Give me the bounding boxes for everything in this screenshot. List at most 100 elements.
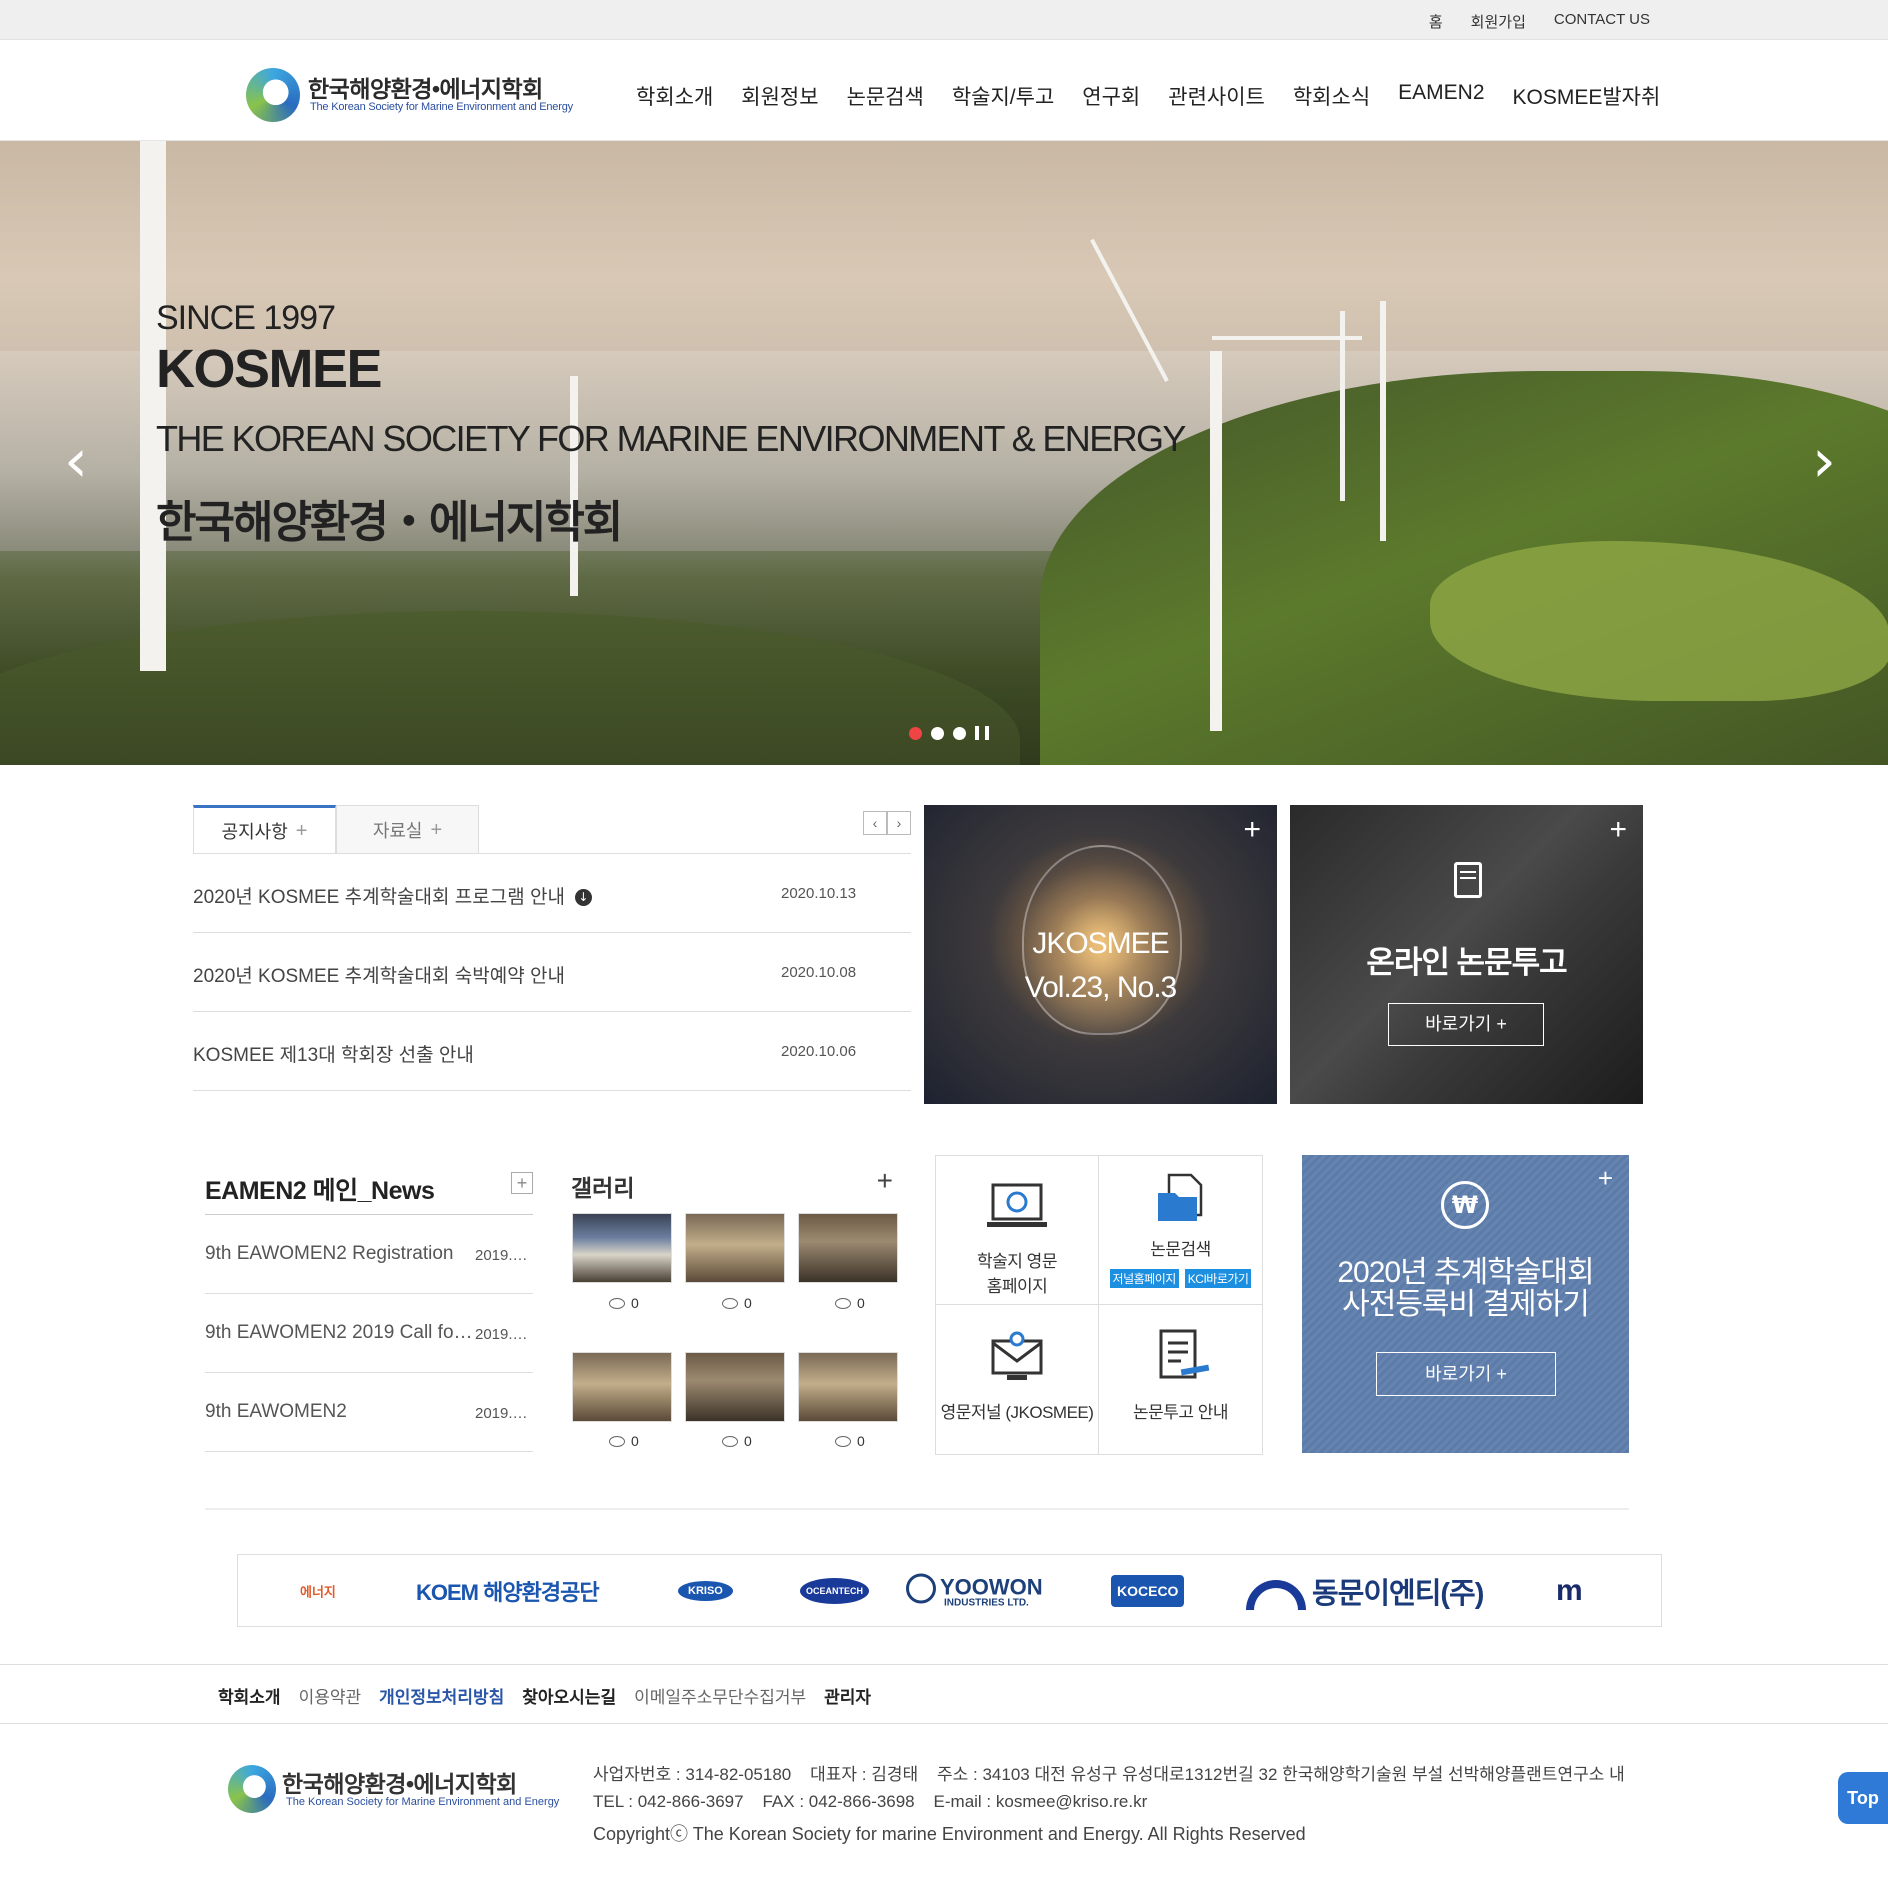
chevron-left-icon[interactable]: ‹: [863, 811, 887, 835]
quick-paper-search[interactable]: 논문검색 저널홈페이지 KCI바로가기: [1099, 1156, 1262, 1305]
quick-english-journal-label: 영문저널 (JKOSMEE): [940, 1403, 1094, 1422]
plus-icon[interactable]: +: [296, 820, 308, 843]
partner-logos: 에너지 KOEM 해양환경공단 KRISO OCEANTECH YOOWON IN…: [237, 1554, 1662, 1627]
society-emblem-icon: [228, 1765, 276, 1813]
partner-dongmun-logo[interactable]: 동문이엔티(주): [1246, 1570, 1484, 1612]
nav-journal[interactable]: 학술지/투고: [938, 81, 1068, 111]
footer-directions-link[interactable]: 찾아오시는길: [522, 1683, 616, 1708]
plus-icon[interactable]: +: [511, 1172, 533, 1194]
news-date: 2019.…: [475, 1326, 528, 1343]
pause-icon[interactable]: [975, 726, 989, 740]
footer-no-email-collection-link[interactable]: 이메일주소무단수집거부: [634, 1683, 806, 1708]
registration-title-line1: 2020년 추계학술대회: [1337, 1256, 1594, 1289]
chevron-right-icon[interactable]: ›: [887, 811, 911, 835]
footer-privacy-link[interactable]: 개인정보처리방침: [379, 1683, 504, 1708]
news-title: 9th EAWOMEN2 Registration: [205, 1243, 454, 1264]
comment-icon: [609, 1297, 625, 1309]
partner-oceantech-logo[interactable]: OCEANTECH: [800, 1577, 870, 1604]
notice-title: KOSMEE 제13대 학회장 선출 안내: [193, 1045, 474, 1066]
list-item[interactable]: 9th EAWOMEN2 Registration 2019.…: [205, 1215, 533, 1294]
nav-news[interactable]: 학회소식: [1279, 81, 1384, 111]
gallery-heading: 갤러리: [571, 1175, 635, 1201]
partner-m-logo[interactable]: m: [1556, 1574, 1583, 1608]
chevron-right-icon[interactable]: ›: [1804, 431, 1844, 491]
slide-dot-3[interactable]: [953, 726, 966, 740]
wind-turbine: [1210, 351, 1222, 731]
nav-membership[interactable]: 회원정보: [727, 81, 832, 111]
online-submission-go-button[interactable]: 바로가기 +: [1388, 1003, 1544, 1046]
slide-dot-1[interactable]: [909, 726, 922, 740]
hero-since: SINCE 1997: [156, 299, 336, 337]
notice-date: 2020.10.13: [781, 885, 857, 902]
hero-slider: SINCE 1997 KOSMEE THE KOREAN SOCIETY FOR…: [0, 141, 1888, 765]
comment-count: 0: [835, 1433, 865, 1449]
gallery-thumbnail[interactable]: [685, 1352, 785, 1422]
partner-energy-logo[interactable]: 에너지: [300, 1581, 336, 1600]
quick-journal-homepage-label: 학술지 영문 홈페이지: [977, 1252, 1057, 1296]
list-item[interactable]: KOSMEE 제13대 학회장 선출 안내 2020.10.06: [193, 1012, 911, 1091]
list-item[interactable]: 2020년 KOSMEE 추계학술대회 프로그램 안내 ↓ 2020.10.13: [193, 854, 911, 933]
scroll-top-button[interactable]: Top: [1838, 1772, 1888, 1824]
folder-icon: [1157, 1173, 1202, 1221]
plus-icon[interactable]: +: [1243, 813, 1261, 847]
download-icon[interactable]: ↓: [574, 889, 592, 907]
gallery-thumbnail[interactable]: [572, 1352, 672, 1422]
gallery-thumbnail[interactable]: [685, 1213, 785, 1283]
tab-notice[interactable]: 공지사항 +: [193, 805, 336, 854]
plus-icon[interactable]: +: [877, 1165, 893, 1197]
main-nav: 학회소개 회원정보 논문검색 학술지/투고 연구회 관련사이트 학회소식 EAM…: [622, 81, 1674, 111]
footer-terms-link[interactable]: 이용약관: [299, 1683, 362, 1708]
gallery-thumbnail[interactable]: [572, 1213, 672, 1283]
partner-koceco-logo[interactable]: KOCECO: [1111, 1574, 1185, 1607]
plus-icon[interactable]: +: [1598, 1163, 1613, 1194]
comment-count-value: 0: [744, 1433, 752, 1449]
partner-koem-logo[interactable]: KOEM 해양환경공단: [416, 1575, 600, 1607]
site-footer: 한국해양환경•에너지학회 The Korean Society for Mari…: [0, 1725, 1888, 1885]
jkosmee-banner[interactable]: + JKOSMEE Vol.23, No.3: [924, 805, 1277, 1104]
nav-about[interactable]: 학회소개: [622, 81, 727, 111]
comment-count: 0: [835, 1295, 865, 1311]
nav-paper-search[interactable]: 논문검색: [833, 81, 938, 111]
comment-count-value: 0: [631, 1295, 639, 1311]
site-logo[interactable]: 한국해양환경•에너지학회 The Korean Society for Mari…: [246, 68, 591, 122]
gallery-thumbnail[interactable]: [798, 1352, 898, 1422]
registration-go-button[interactable]: 바로가기 +: [1376, 1352, 1556, 1396]
nav-eamen2[interactable]: EAMEN2: [1384, 81, 1498, 111]
nav-research-group[interactable]: 연구회: [1068, 81, 1154, 111]
nav-history[interactable]: KOSMEE발자취: [1499, 81, 1675, 111]
tab-archive-label: 자료실: [372, 821, 423, 841]
online-submission-banner[interactable]: + 온라인 논문투고 바로가기 +: [1290, 805, 1643, 1104]
registration-banner[interactable]: + ₩ 2020년 추계학술대회 사전등록비 결제하기 바로가기 +: [1302, 1155, 1629, 1453]
comment-count: 0: [609, 1433, 639, 1449]
footer-business-info: 사업자번호 : 314-82-05180 대표자 : 김경태 주소 : 3410…: [593, 1765, 1625, 1784]
tab-archive[interactable]: 자료실 +: [336, 805, 479, 854]
plus-icon[interactable]: +: [1609, 813, 1627, 847]
list-item[interactable]: 2020년 KOSMEE 추계학술대회 숙박예약 안내 2020.10.08: [193, 933, 911, 1012]
partner-kriso-logo[interactable]: KRISO: [678, 1580, 733, 1601]
slider-pagination: [909, 726, 989, 740]
list-item[interactable]: 9th EAWOMEN2 2019.…: [205, 1373, 533, 1452]
board-pager: ‹ ›: [863, 811, 911, 835]
plus-icon[interactable]: +: [431, 819, 443, 842]
home-link[interactable]: 홈: [1429, 11, 1443, 32]
online-submission-title: 온라인 논문투고: [1366, 945, 1567, 980]
hero-brand: KOSMEE: [156, 339, 383, 399]
partner-yoowon-logo[interactable]: YOOWON INDUSTRIES LTD.: [906, 1573, 1043, 1608]
contact-us-link[interactable]: CONTACT US: [1554, 11, 1650, 32]
join-link[interactable]: 회원가입: [1471, 11, 1526, 32]
kci-link-tag[interactable]: KCI바로가기: [1184, 1269, 1252, 1288]
quick-journal-homepage[interactable]: 학술지 영문 홈페이지: [936, 1156, 1099, 1305]
footer-admin-link[interactable]: 관리자: [824, 1683, 871, 1708]
chevron-left-icon[interactable]: ‹: [56, 431, 96, 491]
tab-notice-label: 공지사항: [221, 822, 288, 842]
quick-english-journal[interactable]: 영문저널 (JKOSMEE): [936, 1305, 1099, 1454]
nav-related-sites[interactable]: 관련사이트: [1154, 81, 1279, 111]
list-item[interactable]: 9th EAWOMEN2 2019 Call for… 2019.…: [205, 1294, 533, 1373]
gallery-thumbnail[interactable]: [798, 1213, 898, 1283]
journal-homepage-tag[interactable]: 저널홈페이지: [1109, 1269, 1179, 1288]
comment-count: 0: [722, 1295, 752, 1311]
quick-submission-guide[interactable]: 논문투고 안내: [1099, 1305, 1262, 1454]
comment-count-value: 0: [631, 1433, 639, 1449]
footer-about-link[interactable]: 학회소개: [218, 1683, 281, 1708]
slide-dot-2[interactable]: [931, 726, 944, 740]
